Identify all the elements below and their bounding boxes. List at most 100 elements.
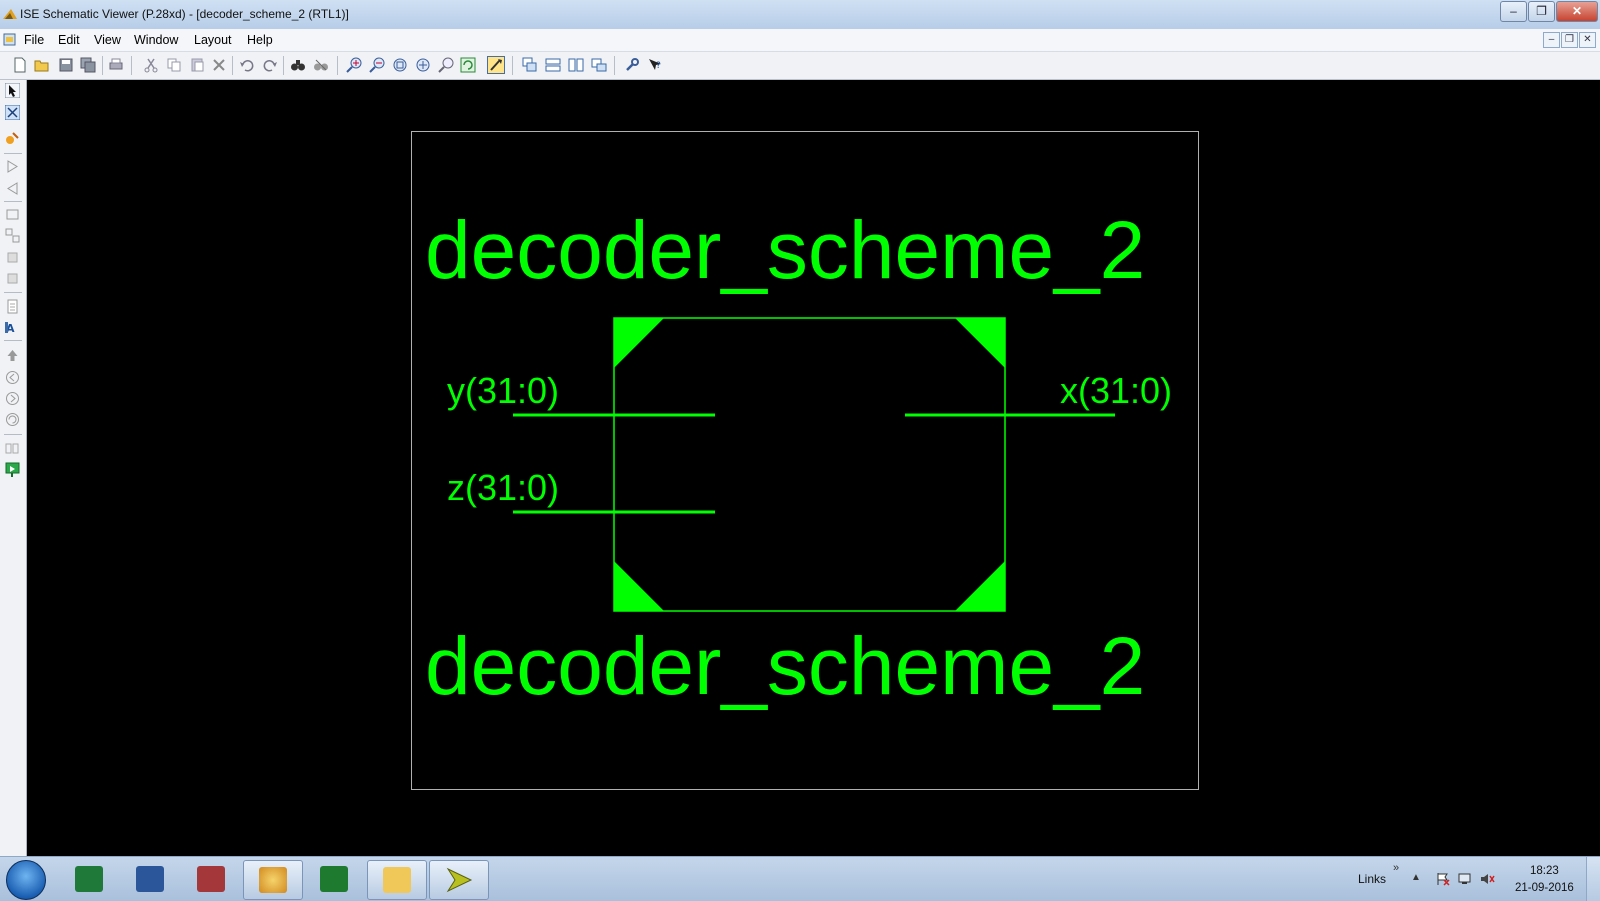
add-text-icon[interactable]: A [5,320,20,335]
back-circle-icon[interactable] [5,370,20,385]
toolbar-separator [614,56,615,75]
main-toolbar: ? [0,52,1600,80]
menu-edit[interactable]: Edit [58,33,80,47]
next-icon[interactable] [5,181,20,196]
tool-separator [4,434,22,435]
mdi-minimize-button[interactable]: – [1543,32,1560,48]
menu-window[interactable]: Window [134,33,178,47]
toolbar-separator [283,56,284,75]
links-toolbar-label[interactable]: Links [1358,872,1386,886]
corner-mark-top-left [614,318,664,368]
xilinx-ise-icon [446,867,473,893]
corner-mark-bottom-left [614,561,664,611]
find-replace-icon[interactable] [313,57,329,73]
zoom-full-icon[interactable] [392,57,408,73]
volume-muted-icon[interactable] [1480,872,1495,886]
network-icon[interactable] [1457,872,1472,886]
minimize-button[interactable]: – [1500,1,1527,22]
net-icon[interactable] [5,250,20,265]
pin-label-y: y(31:0) [447,370,560,411]
vim-icon [320,866,348,892]
new-file-icon[interactable] [12,57,28,73]
toolbar-separator [512,56,513,75]
toolbar-separator [131,56,132,75]
symbol-body[interactable] [613,317,1006,612]
menu-help[interactable]: Help [247,33,273,47]
taskbar-access[interactable] [182,860,240,898]
pin-label-z: z(31:0) [447,467,560,508]
zoom-in-icon[interactable] [346,57,362,73]
toolbar-separator [232,56,233,75]
redo-icon[interactable] [262,57,278,73]
zoom-fit-icon[interactable] [415,57,431,73]
corner-mark-top-right [955,318,1005,368]
menu-view[interactable]: View [94,33,121,47]
refresh-icon[interactable] [460,57,476,73]
taskbar-explorer[interactable] [367,860,427,900]
port-icon[interactable] [5,271,20,286]
forward-circle-icon[interactable] [5,391,20,406]
show-hidden-icons-icon[interactable]: ▲ [1411,872,1421,883]
tile-vertical-icon[interactable] [568,57,584,73]
taskbar-vim[interactable] [305,860,363,898]
whats-this-help-icon[interactable]: ? [647,57,663,73]
title-bar: ISE Schematic Viewer (P.28xd) - [decoder… [0,0,1600,30]
menu-bar: File Edit View Window Layout Help – ❐ ✕ [0,29,1600,52]
paint-icon [259,867,287,893]
taskbar-xilinx-ise[interactable] [429,860,489,900]
explorer-folder-icon [383,867,411,893]
tool-separator [4,340,22,341]
green-flag-icon[interactable] [5,462,20,477]
pan-tool-icon[interactable] [487,56,505,74]
links-more-chevron[interactable]: » [1393,862,1399,874]
save-icon[interactable] [58,57,74,73]
block-icon[interactable] [5,207,20,222]
push-into-icon[interactable] [5,348,20,363]
taskbar-paint[interactable] [243,860,303,900]
wrench-icon[interactable] [624,57,640,73]
add-component-icon[interactable] [5,131,20,146]
menu-layout[interactable]: Layout [194,33,232,47]
clock-date[interactable]: 21-09-2016 [1515,882,1574,894]
restore-button[interactable]: ❐ [1528,1,1555,22]
taskbar-excel[interactable] [60,860,118,898]
schematic-canvas[interactable]: decoder_scheme_2 decoder_scheme_2 y(31:0… [27,80,1600,856]
paste-icon[interactable] [189,57,205,73]
close-button[interactable]: ✕ [1556,1,1598,22]
tile-windows-icon[interactable] [591,57,607,73]
mdi-restore-button[interactable]: ❐ [1561,32,1578,48]
cascade-windows-icon[interactable] [522,57,538,73]
properties-icon[interactable] [5,299,20,314]
corner-mark-bottom-right [955,561,1005,611]
start-button[interactable] [6,860,46,900]
instance-icon[interactable] [5,228,20,243]
tool-separator [4,201,22,202]
copy-icon[interactable] [166,57,182,73]
pin-icon[interactable] [5,441,20,456]
taskbar-word[interactable] [121,860,179,898]
document-icon[interactable] [3,33,16,46]
previous-icon[interactable] [5,159,20,174]
save-all-icon[interactable] [80,57,96,73]
tool-separator [4,292,22,293]
hierarchy-view-icon[interactable] [5,105,20,120]
show-desktop-button[interactable] [1586,857,1600,901]
cut-icon[interactable] [143,57,159,73]
symbol-graphic [513,317,1115,612]
mdi-close-button[interactable]: ✕ [1579,32,1596,48]
action-center-flag-icon[interactable] [1436,872,1451,886]
find-binoculars-icon[interactable] [290,57,306,73]
undo-icon[interactable] [239,57,255,73]
clock-time[interactable]: 18:23 [1530,865,1559,877]
open-folder-icon[interactable] [34,57,50,73]
zoom-out-icon[interactable] [369,57,385,73]
menu-file[interactable]: File [24,33,44,47]
delete-icon[interactable] [211,57,227,73]
print-icon[interactable] [108,57,124,73]
tile-horizontal-icon[interactable] [545,57,561,73]
svg-text:?: ? [656,61,661,71]
refresh-circle-icon[interactable] [5,412,20,427]
select-arrow-icon[interactable] [5,83,20,98]
taskbar: Links » ▲ 18:23 21-09-2016 [0,856,1600,901]
zoom-selection-icon[interactable] [438,57,454,73]
